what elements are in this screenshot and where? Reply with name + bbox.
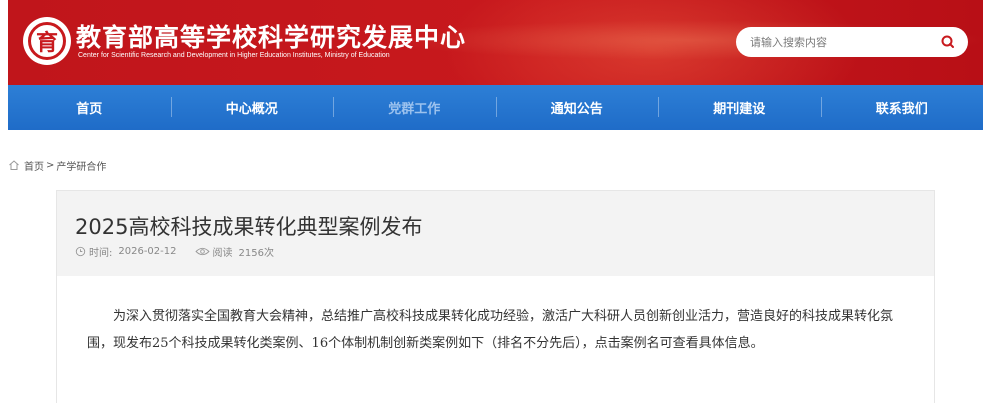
article-body: 为深入贯彻落实全国教育大会精神，总结推广高校科技成果转化成功经验，激活广大科研人…	[87, 303, 912, 357]
article-title: 2025高校科技成果转化典型案例发布	[75, 215, 423, 239]
nav-item-home[interactable]: 首页	[8, 85, 171, 130]
eye-icon	[194, 247, 210, 256]
search-box	[736, 27, 968, 57]
time-label: 时间:	[89, 248, 113, 259]
view-count: 2156次	[238, 248, 274, 259]
article-header: 2025高校科技成果转化典型案例发布 时间: 2026-02-12 阅读 215…	[57, 191, 934, 276]
main-nav: 首页 中心概况 党群工作 通知公告 期刊建设 联系我们	[8, 85, 983, 130]
article-paragraph: 为深入贯彻落实全国教育大会精神，总结推广高校科技成果转化成功经验，激活广大科研人…	[87, 309, 894, 351]
breadcrumb-separator: >	[46, 159, 55, 171]
site-logo[interactable]: 育	[23, 17, 71, 65]
clock-icon	[75, 246, 86, 257]
site-title[interactable]: 教育部高等学校科学研究发展中心	[76, 18, 466, 54]
breadcrumb: 首页 > 产学研合作	[8, 157, 106, 173]
publish-date: 2026-02-12	[118, 246, 177, 257]
nav-item-about[interactable]: 中心概况	[170, 85, 334, 130]
meta-views: 阅读 2156次	[194, 244, 274, 259]
home-icon	[9, 160, 19, 170]
nav-item-party[interactable]: 党群工作	[333, 85, 496, 130]
site-header: 育 教育部高等学校科学研究发展中心 Center for Scientific …	[8, 0, 983, 85]
breadcrumb-home[interactable]: 首页	[24, 158, 44, 173]
nav-item-contact[interactable]: 联系我们	[820, 85, 984, 130]
logo-emblem: 育	[28, 22, 66, 60]
site-subtitle: Center for Scientific Research and Devel…	[78, 52, 390, 59]
meta-time: 时间: 2026-02-12	[75, 244, 177, 259]
views-label: 阅读	[212, 248, 233, 259]
article-card: 2025高校科技成果转化典型案例发布 时间: 2026-02-12 阅读 215…	[56, 190, 935, 403]
breadcrumb-current[interactable]: 产学研合作	[56, 158, 106, 173]
search-input[interactable]	[750, 32, 935, 52]
nav-item-journals[interactable]: 期刊建设	[658, 85, 821, 130]
nav-item-notices[interactable]: 通知公告	[495, 85, 659, 130]
search-icon[interactable]	[940, 34, 956, 50]
article-meta: 时间: 2026-02-12 阅读 2156次	[75, 244, 292, 259]
